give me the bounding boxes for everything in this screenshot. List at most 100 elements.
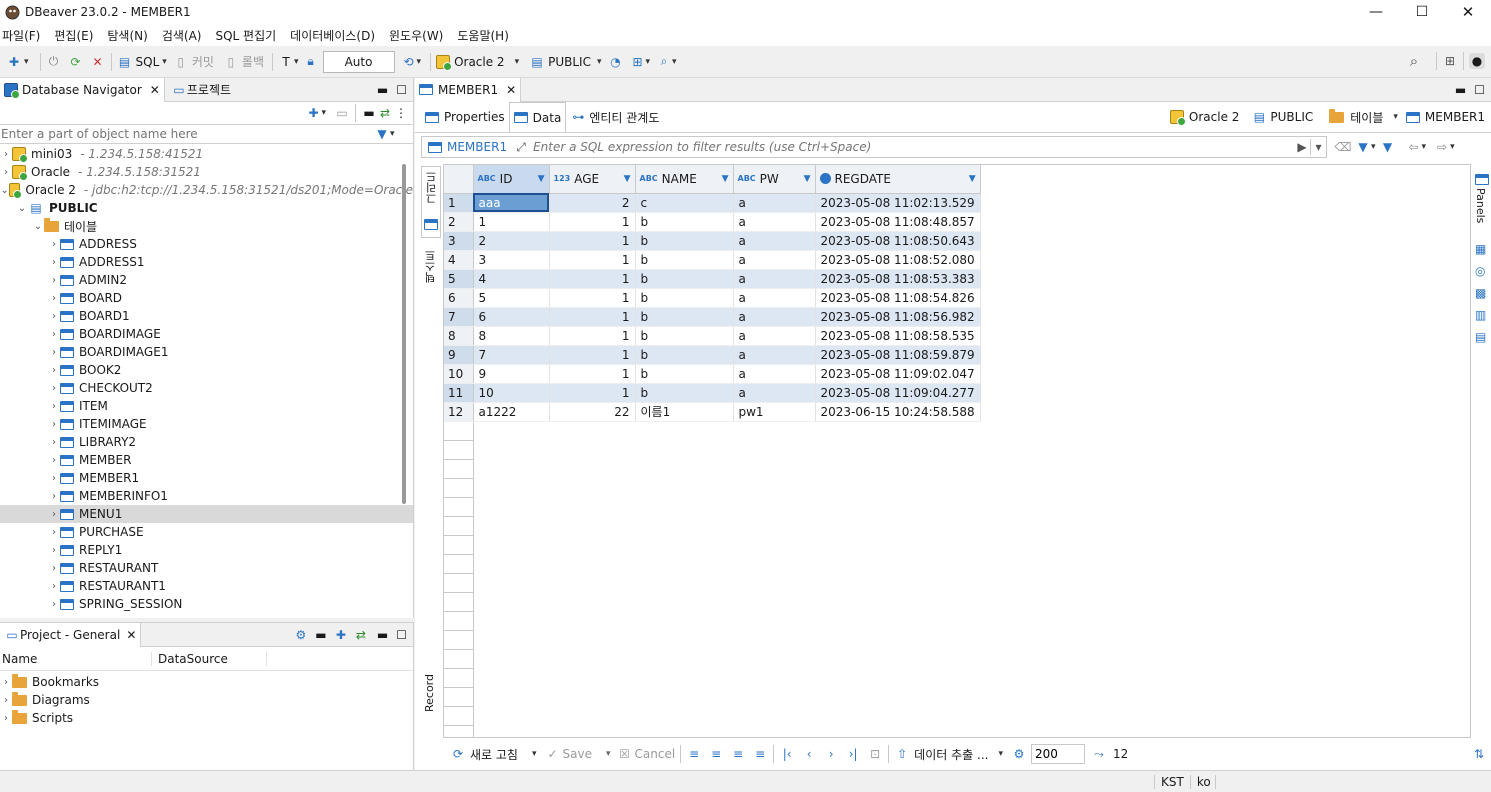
menu-item[interactable]: 검색(A) [162,27,202,44]
cell[interactable]: b [635,364,734,384]
cell[interactable]: pw1 [733,402,816,422]
cell[interactable]: 2023-05-08 11:09:02.047 [815,364,981,384]
project-item[interactable]: › Scripts [0,709,413,727]
cell[interactable]: 7 [473,345,550,365]
cell[interactable]: 2023-05-08 11:08:56.982 [815,307,981,327]
tab-project-general[interactable]: ▭ Project - General ✕ [0,622,142,647]
table-node[interactable]: › MENU1 [0,505,413,523]
row-number[interactable]: 5 [444,269,474,289]
table-node[interactable]: › REPLY1 [0,541,413,559]
first-page-icon[interactable]: |‹ [779,746,795,762]
panel-toggle-icon[interactable]: ⇅ [1471,746,1487,762]
expand-arrow-icon[interactable]: › [0,677,12,688]
table-row[interactable]: 4 3 1 b a 2023-05-08 11:08:52.080 [444,250,981,270]
cell[interactable]: b [635,326,734,346]
table-row[interactable]: 5 4 1 b a 2023-05-08 11:08:53.383 [444,269,981,289]
menu-item[interactable]: 파일(F) [2,27,40,44]
references-icon[interactable]: ▤ [1475,330,1486,344]
table-row[interactable]: 9 7 1 b a 2023-05-08 11:08:59.879 [444,345,981,365]
menu-item[interactable]: 도움말(H) [457,27,509,44]
expand-arrow-icon[interactable]: › [48,365,60,376]
cell[interactable]: 1 [549,288,636,308]
cell[interactable]: b [635,288,734,308]
row-number[interactable]: 4 [444,250,474,270]
cell[interactable]: 1 [473,212,550,232]
copy-row-icon[interactable]: ≡ [730,746,746,762]
tab-database-navigator[interactable]: Database Navigator ✕ [0,77,165,102]
maximize-panel-icon[interactable]: ☐ [396,628,407,642]
filter-settings-icon[interactable]: ▼ [1355,139,1371,155]
expand-arrow-icon[interactable]: › [48,311,60,322]
cell[interactable]: a [733,212,816,232]
row-count-icon[interactable]: ⤳ [1091,746,1107,762]
panels-icon[interactable] [1475,174,1489,185]
cell[interactable]: a1222 [473,402,550,422]
maximize-icon[interactable]: ☐ [1399,4,1445,20]
project-item[interactable]: › Bookmarks [0,673,413,691]
cell[interactable]: 22 [549,402,636,422]
expand-arrow-icon[interactable]: › [48,401,60,412]
cell[interactable]: 2023-05-08 11:08:48.857 [815,212,981,232]
expand-arrow-icon[interactable]: › [48,239,60,250]
column-name[interactable]: Name [0,651,152,666]
cell[interactable]: 9 [473,364,550,384]
expand-arrow-icon[interactable]: › [48,275,60,286]
cell[interactable]: 2023-05-08 11:08:54.826 [815,288,981,308]
metadata-icon[interactable]: ◎ [1475,264,1485,278]
table-node[interactable]: › BOARD1 [0,307,413,325]
cell[interactable]: 2023-05-08 11:02:13.529 [815,193,981,213]
row-number[interactable]: 12 [444,402,474,422]
calc-icon[interactable]: ▥ [1475,308,1486,322]
project-item[interactable]: › Diagrams [0,691,413,709]
cell[interactable]: 1 [549,364,636,384]
expand-arrow-open-icon[interactable]: ⌄ [32,221,44,232]
cell[interactable]: 2 [473,231,550,251]
cell[interactable]: 2023-05-08 11:08:59.879 [815,345,981,365]
subtab-properties[interactable]: Properties [421,110,509,124]
table-node[interactable]: › PURCHASE [0,523,413,541]
subtab-er-diagram[interactable]: ⊶ 엔티티 관계도 [566,109,663,126]
value-viewer-icon[interactable]: ▦ [1475,242,1486,256]
record-mode-tab[interactable]: Record [421,672,441,732]
cell[interactable]: c [635,193,734,213]
menu-item[interactable]: SQL 편집기 [215,27,276,44]
cell[interactable]: 1 [549,250,636,270]
cell[interactable]: 3 [473,250,550,270]
navigator-scrollbar[interactable] [402,164,406,504]
expand-arrow-icon[interactable]: › [48,581,60,592]
cell[interactable]: b [635,231,734,251]
sort-icon[interactable]: ▼ [722,174,729,184]
cell[interactable]: a [733,345,816,365]
cell[interactable]: 10 [473,383,550,403]
row-number[interactable]: 10 [444,364,474,384]
cell[interactable]: b [635,345,734,365]
row-number[interactable]: 3 [444,231,474,251]
cell[interactable]: a [733,269,816,289]
connection-2[interactable]: ⌄ Oracle 2 - jdbc:h2:tcp://1.234.5.158:315… [0,181,413,199]
cell[interactable]: a [733,250,816,270]
cell[interactable]: a [733,364,816,384]
sort-icon[interactable]: ▼ [624,174,631,184]
expand-arrow-icon[interactable]: › [0,713,12,724]
connection-0[interactable]: › mini03 - 1.234.5.158:41521 [0,145,413,163]
table-node[interactable]: › CHECKOUT2 [0,379,413,397]
cell[interactable]: 1 [549,345,636,365]
sort-icon[interactable]: ▼ [969,174,976,184]
expand-arrow-icon[interactable]: › [48,329,60,340]
table-node[interactable]: › ADMIN2 [0,271,413,289]
grouping-icon[interactable]: ▩ [1475,286,1486,300]
table-node[interactable]: › MEMBER [0,451,413,469]
new-folder-icon[interactable]: ▭ [334,105,350,121]
connection-1[interactable]: › Oracle - 1.234.5.158:31521 [0,163,413,181]
sql-editor-icon[interactable]: ▤ [117,54,133,70]
table-row[interactable]: 7 6 1 b a 2023-05-08 11:08:56.982 [444,307,981,327]
cell[interactable]: 1 [549,307,636,327]
close-tab-icon[interactable]: ✕ [506,83,516,97]
results-grid[interactable]: ABC ID ▼ 123 AGE ▼ ABC NAME ▼ ABC PW ▼ REGDATE ▼ 1 aaa… [443,164,1471,738]
sql-filter-input[interactable] [533,138,1294,156]
forward-icon[interactable]: ⇨ [1434,139,1450,155]
menu-item[interactable]: 윈도우(W) [389,27,443,44]
cell[interactable]: 1 [549,383,636,403]
table-row[interactable]: 10 9 1 b a 2023-05-08 11:09:02.047 [444,364,981,384]
cell[interactable]: a [733,326,816,346]
